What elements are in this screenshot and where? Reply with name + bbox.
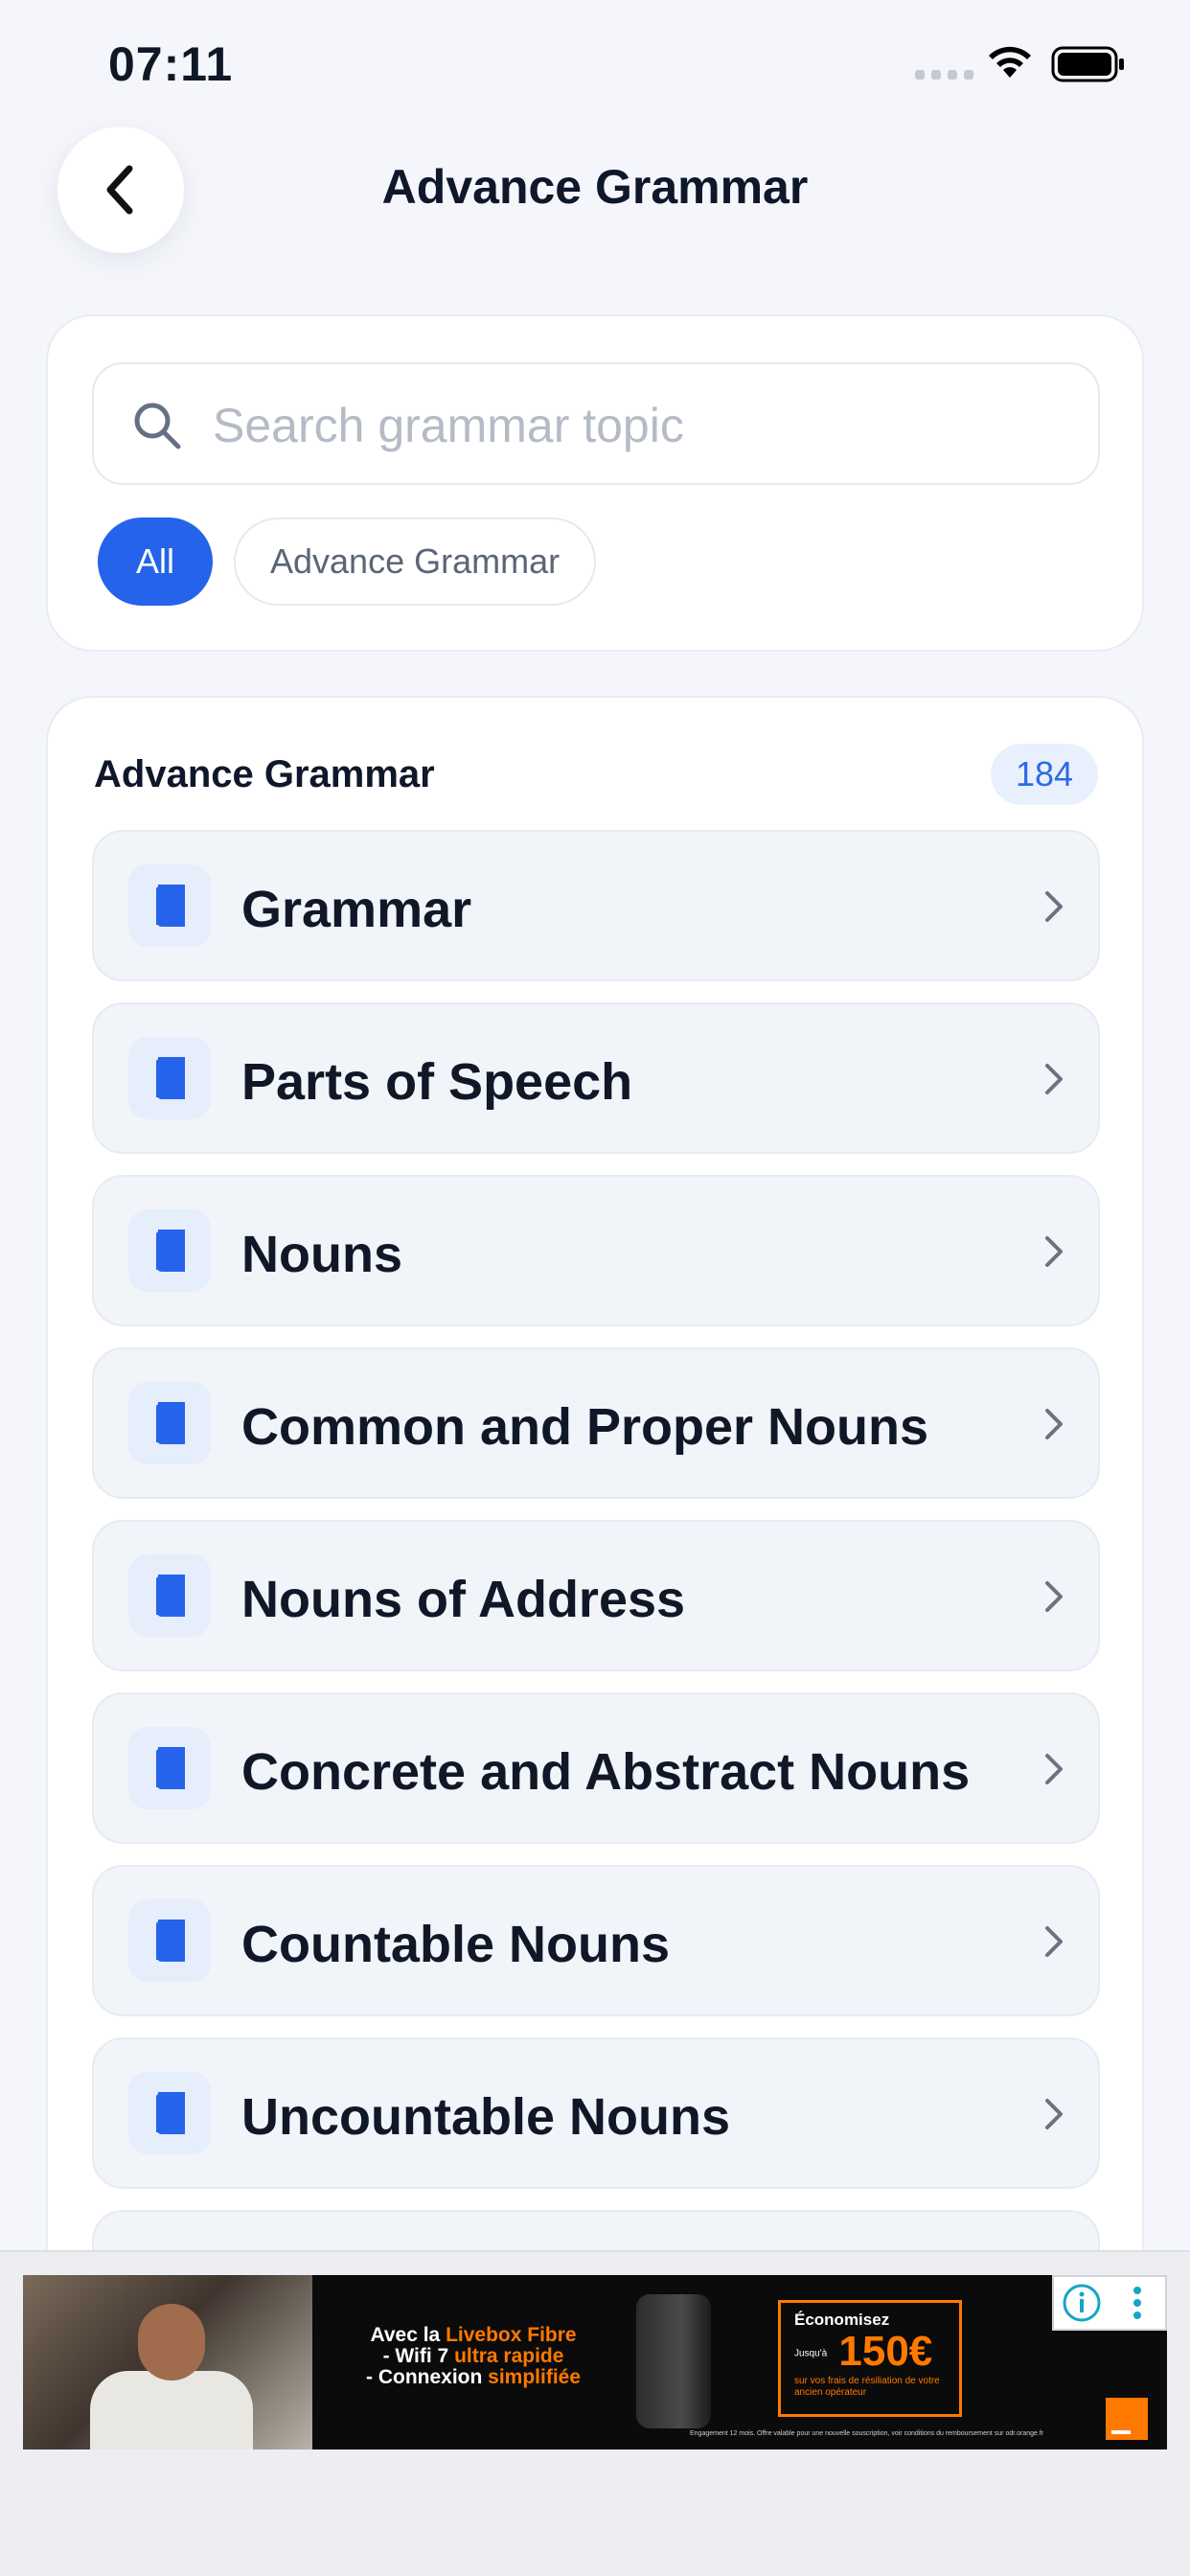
- book-icon: [128, 1727, 211, 1809]
- topic-count-badge: 184: [991, 744, 1098, 805]
- filter-chip-advance-grammar[interactable]: Advance Grammar: [234, 518, 597, 606]
- section-title: Advance Grammar: [94, 753, 435, 795]
- battery-icon: [1051, 46, 1124, 82]
- page-title: Advance Grammar: [381, 160, 809, 214]
- topic-label: Parts of Speech: [241, 1053, 633, 1111]
- topic-row-uncountable-nouns[interactable]: Uncountable Nouns: [92, 2037, 1100, 2189]
- filter-chips: All Advance Grammar: [98, 518, 597, 606]
- chevron-right-icon: [1045, 2099, 1063, 2129]
- chevron-right-icon: [1045, 1581, 1063, 1612]
- ad-legal-text: Engagement 12 mois. Offre valable pour u…: [690, 2430, 1044, 2437]
- topic-label: Countable Nouns: [241, 1916, 670, 1973]
- wifi-icon: [989, 46, 1031, 78]
- filter-chip-all[interactable]: All: [98, 518, 213, 606]
- book-icon: [128, 1037, 211, 1119]
- chevron-right-icon: [1045, 891, 1063, 922]
- search-box[interactable]: [92, 362, 1100, 485]
- topic-row-countable-nouns[interactable]: Countable Nouns: [92, 1865, 1100, 2016]
- orange-logo-icon: [1106, 2398, 1148, 2440]
- topic-row-common-and-proper-nouns[interactable]: Common and Proper Nouns: [92, 1347, 1100, 1499]
- book-icon: [128, 1899, 211, 1982]
- ad-offer-box: Économisez Jusqu'à 150€ sur vos frais de…: [778, 2300, 962, 2417]
- status-bar: 07:11: [0, 0, 1190, 134]
- more-vertical-icon[interactable]: [1110, 2277, 1165, 2329]
- search-icon: [134, 402, 181, 449]
- ad-choices[interactable]: [1052, 2275, 1167, 2331]
- topic-row-nouns-of-address[interactable]: Nouns of Address: [92, 1520, 1100, 1671]
- topic-row-parts-of-speech[interactable]: Parts of Speech: [92, 1002, 1100, 1154]
- chevron-right-icon: [1045, 1926, 1063, 1957]
- ad-container: Avec la Livebox Fibre - Wifi 7 ultra rap…: [0, 2250, 1190, 2576]
- search-card: All Advance Grammar: [46, 314, 1144, 652]
- topic-label: Uncountable Nouns: [241, 2088, 730, 2146]
- topic-row-nouns[interactable]: Nouns: [92, 1175, 1100, 1326]
- chevron-right-icon: [1045, 1236, 1063, 1267]
- ad-photo: [23, 2275, 312, 2450]
- chevron-right-icon: [1045, 1754, 1063, 1784]
- topic-list: Grammar Parts of Speech Nouns Common and…: [92, 830, 1100, 2323]
- topic-list-card: Advance Grammar 184 Grammar Parts of Spe…: [46, 696, 1144, 2325]
- topic-row-concrete-and-abstract-nouns[interactable]: Concrete and Abstract Nouns: [92, 1692, 1100, 1844]
- book-icon: [128, 1554, 211, 1637]
- status-time: 07:11: [108, 37, 234, 91]
- chevron-right-icon: [1045, 1064, 1063, 1094]
- topic-row-grammar[interactable]: Grammar: [92, 830, 1100, 981]
- ad-banner[interactable]: Avec la Livebox Fibre - Wifi 7 ultra rap…: [23, 2275, 1167, 2450]
- book-icon: [128, 2072, 211, 2154]
- topic-label: Common and Proper Nouns: [241, 1398, 929, 1456]
- info-icon[interactable]: [1054, 2277, 1110, 2329]
- book-icon: [128, 1382, 211, 1464]
- search-input[interactable]: [213, 387, 1075, 464]
- ad-headline: Avec la Livebox Fibre - Wifi 7 ultra rap…: [366, 2324, 582, 2388]
- book-icon: [128, 1209, 211, 1292]
- ad-device-image: [636, 2294, 711, 2428]
- topic-label: Nouns: [241, 1226, 402, 1283]
- topic-label: Grammar: [241, 881, 472, 938]
- chevron-right-icon: [1045, 1409, 1063, 1439]
- book-icon: [128, 864, 211, 947]
- cellular-signal-icon: [915, 70, 973, 80]
- topic-label: Nouns of Address: [241, 1571, 686, 1628]
- topic-label: Concrete and Abstract Nouns: [241, 1743, 971, 1801]
